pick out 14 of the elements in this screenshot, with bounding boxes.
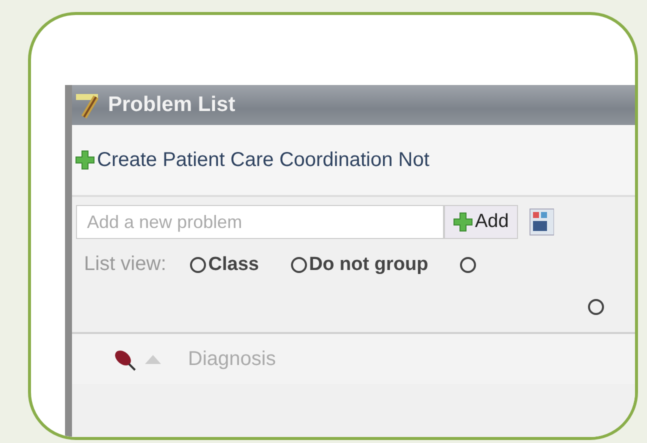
- window-title: Problem List: [108, 93, 236, 117]
- radio-label[interactable]: Do not group: [308, 254, 428, 276]
- plus-icon: [75, 150, 95, 170]
- list-view-label: List view:: [84, 253, 166, 276]
- radio-button[interactable]: [290, 256, 307, 272]
- plus-icon: [453, 212, 473, 232]
- radio-button[interactable]: [460, 256, 476, 272]
- radio-button[interactable]: [588, 299, 604, 315]
- new-problem-field[interactable]: Add a new problem: [76, 205, 444, 239]
- radio-button[interactable]: [190, 256, 206, 272]
- radio-label[interactable]: Class: [208, 254, 259, 276]
- create-note-link[interactable]: Create Patient Care Coordination Not: [97, 148, 430, 172]
- toolbar-icon[interactable]: [528, 207, 554, 237]
- add-button[interactable]: Add: [444, 205, 518, 239]
